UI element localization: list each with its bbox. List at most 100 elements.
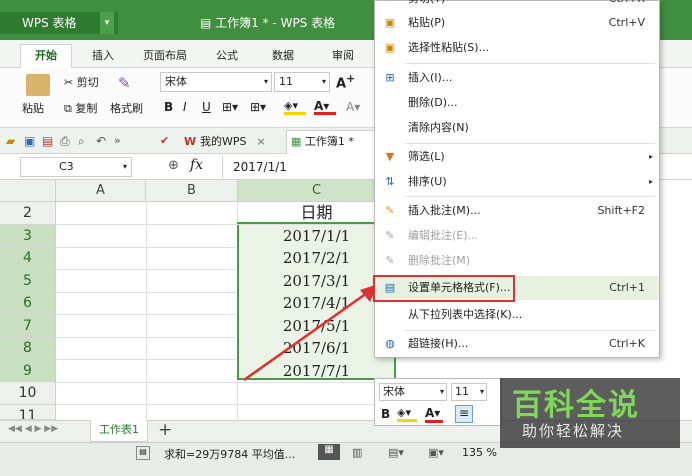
menu-item-paste-special[interactable]: ▣ 选择性粘贴(S)... [375,36,659,60]
row-header[interactable]: 6 [0,292,56,315]
row-header[interactable]: 8 [0,337,56,360]
mini-font-select[interactable]: 宋体 ▾ [379,383,447,401]
row-header[interactable]: 11 [0,404,56,420]
tab-insert[interactable]: 插入 [92,47,114,63]
app-name: WPS 表格 [22,16,77,30]
menu-separator [405,330,655,331]
export-pdf-icon[interactable]: ▤ [42,134,53,148]
fx-button[interactable]: fx [190,157,203,173]
sheet-nav-icon[interactable]: ◀◀ ◀ ▶ ▶▶ [8,424,58,434]
column-header-c[interactable]: C [238,180,396,202]
font-color-icon[interactable]: A▾ [314,99,336,115]
menu-item-sort[interactable]: ⇅ 排序(U) ▸ [375,170,659,194]
font-size-select[interactable]: 11 ▾ [274,72,330,92]
sheet-tab[interactable]: 工作表1 [90,420,148,442]
grid-line [56,404,374,405]
print-preview-icon[interactable]: ⌕ [78,134,85,149]
mini-size-select[interactable]: 11 ▾ [451,383,487,401]
normal-view-icon[interactable]: ▦ [318,444,340,460]
name-box[interactable]: C3 ▾ [20,157,132,177]
comment-icon: ✎ [385,204,395,217]
sheet-icon: ▦ [291,135,305,148]
wps-logo-icon: W [184,135,200,148]
row-header[interactable]: 3 [0,224,56,247]
more-icon[interactable]: » [114,134,121,147]
cell-c2[interactable]: 日期 [238,202,395,225]
paste-button[interactable]: 粘贴 [22,100,44,116]
italic-button[interactable]: I [183,100,187,114]
page-view-icon[interactable]: ▤▾ [388,446,404,459]
row-header[interactable]: 5 [0,269,56,292]
clipboard-icon[interactable] [26,74,50,96]
calc-icon: ▤ [136,446,150,460]
chevron-down-icon: ▾ [439,387,444,396]
underline-button[interactable]: U [202,100,211,114]
column-header-a[interactable]: A [56,180,146,202]
chevron-down-icon: ▾ [122,162,127,171]
fill-color-icon[interactable]: ◈▾ [284,99,306,115]
bold-button[interactable]: B [164,100,173,114]
tab-mywps[interactable]: W 我的WPS × [184,132,266,152]
copy-icon: ⧉ [64,102,76,115]
pin-icon[interactable]: ✔ [160,134,169,147]
tab-home[interactable]: 开始 [20,44,72,68]
tab-review[interactable]: 审阅 [332,47,354,63]
cell-c4[interactable]: 2017/2/1 [238,247,395,270]
grid-line [56,246,236,248]
select-all-corner[interactable] [0,180,56,202]
zoom-level[interactable]: 135 % [462,446,497,459]
reading-mode-icon[interactable]: ▣▾ [428,446,444,459]
tab-formulas[interactable]: 公式 [216,47,238,63]
font-name-select[interactable]: 宋体 ▾ [160,72,272,92]
fill-border-icon[interactable]: ⊞▾ [250,100,266,114]
menu-item-delete[interactable]: 删除(D)... [375,91,659,115]
row-header[interactable]: 2 [0,202,56,225]
grow-font-icon[interactable]: A+ [336,72,355,91]
tab-data[interactable]: 数据 [272,47,294,63]
menu-item-clear[interactable]: 清除内容(N) [375,116,659,140]
open-folder-icon[interactable]: ▰ [6,134,15,148]
format-painter-button[interactable]: 格式刷 [110,100,143,116]
row-header[interactable]: 9 [0,359,56,382]
delete-comment-icon: ✎ [385,254,395,267]
menu-item-filter[interactable]: ▼ 筛选(L) ▸ [375,145,659,169]
edit-comment-icon: ✎ [385,229,395,242]
close-icon[interactable]: × [256,135,265,148]
menu-item-cut[interactable]: ✂剪切(T)Ctrl+X [375,0,659,11]
chevron-down-icon[interactable]: ▾ [100,12,114,34]
menu-item-insert[interactable]: ⊞ 插入(I)... [375,66,659,90]
cell-c3[interactable]: 2017/1/1 [238,225,395,248]
formula-input[interactable]: 2017/1/1 [222,156,374,178]
menu-item-hyperlink[interactable]: ◍ 超链接(H)... Ctrl+K [375,332,659,356]
menu-item-edit-comment[interactable]: ✎ 编辑批注(E)... [375,224,659,248]
watermark-title: 百科全说 [512,388,640,423]
tab-workbook[interactable]: ▦ 工作簿1 * [286,130,378,154]
row-header[interactable]: 4 [0,247,56,270]
chevron-down-icon: ▾ [321,77,326,86]
border-icon[interactable]: ⊞▾ [222,100,238,114]
mini-align-icon[interactable]: ≡ [455,405,473,423]
menu-item-paste[interactable]: ▣ 粘贴(P) Ctrl+V [375,11,659,35]
add-sheet-button[interactable]: + [158,420,172,440]
menu-item-pick-from-list[interactable]: 从下拉列表中选择(K)... [375,303,659,327]
print-icon[interactable]: ⎙ [60,134,70,149]
brush-icon[interactable]: ✎ [118,74,138,92]
mini-font-color-icon[interactable]: A▾ [425,406,443,423]
app-menu-button[interactable]: WPS 表格 ▾ [0,12,118,34]
save-icon[interactable]: ▣ [24,134,35,148]
page-break-view-icon[interactable]: ▥ [352,446,362,459]
clear-format-icon[interactable]: A▾ [346,100,360,114]
row-header[interactable]: 7 [0,314,56,337]
undo-icon[interactable]: ↶ [96,134,106,148]
menu-item-insert-comment[interactable]: ✎ 插入批注(M)... Shift+F2 [375,199,659,223]
column-header-b[interactable]: B [146,180,238,202]
copy-button[interactable]: ⧉ 复制 [64,100,97,116]
cut-button[interactable]: ✂ 剪切 [64,74,99,90]
mini-bold-button[interactable]: B [381,407,390,421]
globe-link-icon: ◍ [385,337,395,350]
row-header[interactable]: 10 [0,382,56,405]
mini-fill-color-icon[interactable]: ◈▾ [397,406,417,422]
menu-item-delete-comment[interactable]: ✎ 删除批注(M) [375,249,659,273]
tab-page-layout[interactable]: 页面布局 [143,47,187,63]
zoom-lookup-icon[interactable]: ⊕ [168,158,179,173]
